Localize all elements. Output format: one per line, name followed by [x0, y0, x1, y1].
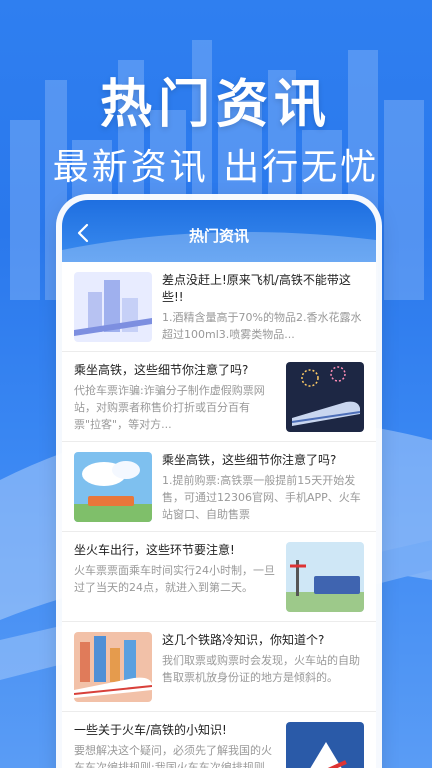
article-desc: 代抢车票诈骗:诈骗分子制作虚假购票网站，对购票者称售价打折或百分百有票"拉客"，… [74, 384, 265, 431]
article-desc: 要想解决这个疑问，必须先了解我国的火车车次编排规则:我国火车车次编排规则 [74, 744, 272, 768]
article-item[interactable]: 这几个铁路冷知识，你知道个? 我们取票或购票时会发现，火车站的自助售取票机放身份… [62, 622, 376, 712]
city-buildings-image [74, 272, 152, 342]
article-item[interactable]: 乘坐高铁，这些细节你注意了吗? 代抢车票诈骗:诈骗分子制作虚假购票网站，对购票者… [62, 352, 376, 442]
fireworks-train-image [286, 362, 364, 432]
snow-mountain-train-image [286, 722, 364, 768]
article-desc: 1.提前购票:高铁票一般提前15天开始发售，可通过12306官网、手机APP、火… [162, 474, 361, 521]
railway-crossing-image [286, 542, 364, 612]
cloud-train-image [74, 452, 152, 522]
article-list: 差点没赶上!原来飞机/高铁不能带这些!! 1.酒精含量高于70%的物品2.香水花… [62, 262, 376, 768]
article-desc: 1.酒精含量高于70%的物品2.香水花露水超过100ml3.喷雾类物品... [162, 311, 362, 341]
app-header: 热门资讯 [62, 200, 376, 262]
article-title: 坐火车出行，这些环节要注意! [74, 543, 235, 557]
article-title: 乘坐高铁，这些细节你注意了吗? [162, 453, 337, 467]
article-title: 一些关于火车/高铁的小知识! [74, 723, 227, 737]
article-title: 这几个铁路冷知识，你知道个? [162, 633, 325, 647]
page-title: 热门资讯 [188, 227, 249, 245]
article-desc: 我们取票或购票时会发现，火车站的自助售取票机放身份证的地方是倾斜的。 [162, 654, 360, 684]
article-item[interactable]: 差点没赶上!原来飞机/高铁不能带这些!! 1.酒精含量高于70%的物品2.香水花… [62, 262, 376, 352]
article-item[interactable]: 坐火车出行，这些环节要注意! 火车票票面乘车时间实行24小时制，一旦过了当天的2… [62, 532, 376, 622]
article-title: 乘坐高铁，这些细节你注意了吗? [74, 363, 249, 377]
article-item[interactable]: 乘坐高铁，这些细节你注意了吗? 1.提前购票:高铁票一般提前15天开始发售，可通… [62, 442, 376, 532]
banner-subline: 最新资讯 出行无忧 [52, 147, 380, 188]
article-item[interactable]: 一些关于火车/高铁的小知识! 要想解决这个疑问，必须先了解我国的火车车次编排规则… [62, 712, 376, 768]
article-desc: 火车票票面乘车时间实行24小时制，一旦过了当天的24点，就进入到第二天。 [74, 564, 275, 594]
article-title: 差点没赶上!原来飞机/高铁不能带这些!! [162, 273, 351, 304]
banner-headline: 热门资讯 [99, 75, 332, 135]
city-highspeed-train-image [74, 632, 152, 702]
phone-mockup: 热门资讯 差点没赶上!原来飞机/高铁不能带这些!! 1.酒精含量高于70%的物品… [62, 200, 376, 768]
